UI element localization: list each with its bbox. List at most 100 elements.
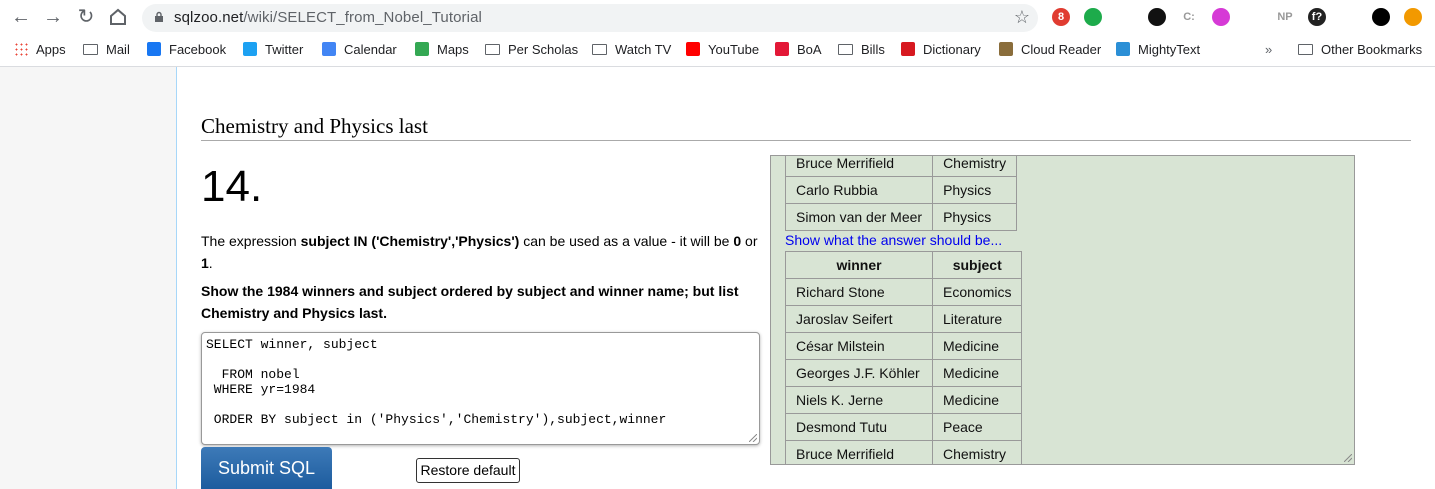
apps-grid-icon bbox=[14, 42, 28, 56]
bookmark-label: Apps bbox=[36, 42, 66, 57]
table-row: Niels K. Jerne Medicine bbox=[785, 386, 1023, 414]
table-row: Georges J.F. Köhler Medicine bbox=[785, 359, 1023, 387]
table-row: Bruce Merrifield Chemistry bbox=[785, 440, 1023, 464]
evernote-icon[interactable] bbox=[1084, 8, 1102, 26]
winner-cell: Niels K. Jerne bbox=[785, 386, 933, 414]
table-row: Richard Stone Economics bbox=[785, 278, 1023, 306]
sql-editor[interactable]: SELECT winner, subject FROM nobel WHERE … bbox=[201, 332, 760, 445]
bookmark-label: Per Scholas bbox=[508, 42, 579, 57]
header-subject: subject bbox=[931, 251, 1023, 279]
bookmark-mail[interactable]: Mail bbox=[83, 41, 130, 59]
folder-icon bbox=[485, 44, 500, 55]
np-extension-icon[interactable]: NP bbox=[1276, 8, 1294, 26]
twitter-icon bbox=[243, 42, 257, 56]
other-bookmarks-label: Other Bookmarks bbox=[1321, 42, 1423, 57]
submit-sql-button[interactable]: Submit SQL bbox=[201, 447, 332, 489]
winner-cell: Georges J.F. Köhler bbox=[785, 359, 933, 387]
url-text: sqlzoo.net/wiki/SELECT_from_Nobel_Tutori… bbox=[174, 9, 482, 26]
youtube-icon bbox=[686, 42, 700, 56]
table-row: César Milstein Medicine bbox=[785, 332, 1023, 360]
code-expression: subject IN ('Chemistry','Physics') bbox=[300, 233, 520, 249]
winner-cell: Richard Stone bbox=[785, 278, 933, 306]
lock-icon bbox=[155, 11, 163, 22]
back-arrow-icon[interactable]: ← bbox=[10, 6, 32, 28]
bookmark-star-icon[interactable]: ☆ bbox=[1014, 7, 1030, 28]
grid-extension-icon[interactable] bbox=[1244, 8, 1262, 26]
expression-paragraph: The expression subject IN ('Chemistry','… bbox=[201, 230, 766, 274]
folder-icon bbox=[592, 44, 607, 55]
results-panel[interactable]: Bruce Merrifield Chemistry Carlo Rubbia Phy… bbox=[770, 155, 1355, 465]
winner-cell: Jaroslav Seifert bbox=[785, 305, 933, 333]
table-row: Jaroslav Seifert Literature bbox=[785, 305, 1023, 333]
bookmark-boa[interactable]: BoA bbox=[775, 41, 822, 59]
bookmark-label: Watch TV bbox=[615, 42, 672, 57]
camera-icon[interactable] bbox=[1116, 8, 1134, 26]
other-bookmarks[interactable]: Other Bookmarks bbox=[1298, 41, 1422, 59]
bookmark-label: Mail bbox=[106, 42, 130, 57]
bookmark-label: YouTube bbox=[708, 42, 760, 57]
f-extension-icon[interactable]: f? bbox=[1308, 8, 1326, 26]
bookmark-label: Facebook bbox=[169, 42, 227, 57]
text: can be used as a value - it will be bbox=[519, 233, 734, 249]
subject-cell: Medicine bbox=[931, 386, 1023, 414]
dark-mode-icon[interactable] bbox=[1148, 8, 1166, 26]
subject-cell: Chemistry bbox=[932, 156, 1018, 177]
resize-grip-icon[interactable] bbox=[749, 434, 757, 442]
abp-icon[interactable]: 8 bbox=[1052, 8, 1070, 26]
kindle-icon bbox=[999, 42, 1013, 56]
winner-cell: Simon van der Meer bbox=[784, 203, 934, 231]
bookmark-label: Dictionary bbox=[923, 42, 981, 57]
forward-arrow-icon[interactable]: → bbox=[42, 6, 64, 28]
home-icon[interactable] bbox=[107, 6, 129, 28]
subject-cell: Chemistry bbox=[931, 440, 1023, 464]
task-description: Show the 1984 winners and subject ordere… bbox=[201, 283, 739, 321]
bookmark-label: Cloud Reader bbox=[1021, 42, 1102, 57]
table-row: Desmond Tutu Peace bbox=[785, 413, 1023, 441]
boa-icon bbox=[775, 42, 789, 56]
update-icon[interactable] bbox=[1404, 8, 1422, 26]
results-table: Bruce Merrifield Chemistry Carlo Rubbia Phy… bbox=[784, 156, 1018, 231]
text: The expression bbox=[201, 233, 301, 249]
winner-cell: Desmond Tutu bbox=[785, 413, 933, 441]
reload-icon[interactable]: ↻ bbox=[75, 6, 97, 28]
resize-grip-icon[interactable] bbox=[1344, 454, 1352, 462]
purple-extension-icon[interactable] bbox=[1212, 8, 1230, 26]
bookmarks-overflow-button[interactable]: » bbox=[1265, 41, 1272, 59]
bookmark-label: Calendar bbox=[344, 42, 397, 57]
subject-cell: Physics bbox=[932, 203, 1018, 231]
answer-table: winner subject Richard Stone Economics Jar… bbox=[785, 251, 1023, 464]
calendar-icon bbox=[322, 42, 336, 56]
address-bar[interactable]: sqlzoo.net/wiki/SELECT_from_Nobel_Tutori… bbox=[142, 4, 1038, 32]
show-answer-link[interactable]: Show what the answer should be... bbox=[785, 232, 1002, 248]
facebook-icon bbox=[147, 42, 161, 56]
bookmark-calendar[interactable]: Calendar bbox=[322, 41, 397, 59]
restore-default-button[interactable]: Restore default bbox=[416, 458, 520, 483]
bookmark-mightytext[interactable]: MightyText bbox=[1116, 41, 1200, 59]
bookmark-label: Bills bbox=[861, 42, 885, 57]
c-extension-icon[interactable]: C: bbox=[1180, 8, 1198, 26]
bookmark-youtube[interactable]: YouTube bbox=[686, 41, 759, 59]
bookmark-facebook[interactable]: Facebook bbox=[147, 41, 226, 59]
table-row: Carlo Rubbia Physics bbox=[784, 176, 1018, 204]
profile-icon[interactable] bbox=[1372, 8, 1390, 26]
winner-cell: Carlo Rubbia bbox=[784, 176, 934, 204]
bookmark-label: MightyText bbox=[1138, 42, 1201, 57]
bookmark-dictionary[interactable]: Dictionary bbox=[901, 41, 981, 59]
bookmark-twitter[interactable]: Twitter bbox=[243, 41, 303, 59]
header-winner: winner bbox=[785, 251, 933, 279]
folder-icon bbox=[838, 44, 853, 55]
bookmark-maps[interactable]: Maps bbox=[415, 41, 469, 59]
bookmark-watch-tv[interactable]: Watch TV bbox=[592, 41, 671, 59]
folder-icon bbox=[83, 44, 98, 55]
subject-cell: Economics bbox=[931, 278, 1023, 306]
puzzle-icon[interactable] bbox=[1340, 8, 1358, 26]
bookmark-label: Maps bbox=[437, 42, 469, 57]
mightytext-icon bbox=[1116, 42, 1130, 56]
bookmark-cloud-reader[interactable]: Cloud Reader bbox=[999, 41, 1101, 59]
bookmark-per-scholas[interactable]: Per Scholas bbox=[485, 41, 578, 59]
text: or bbox=[741, 233, 758, 249]
bookmark-apps[interactable]: Apps bbox=[14, 41, 66, 59]
sql-code[interactable]: SELECT winner, subject FROM nobel WHERE … bbox=[202, 333, 759, 431]
section-title: Chemistry and Physics last bbox=[201, 114, 428, 138]
bookmark-bills[interactable]: Bills bbox=[838, 41, 885, 59]
